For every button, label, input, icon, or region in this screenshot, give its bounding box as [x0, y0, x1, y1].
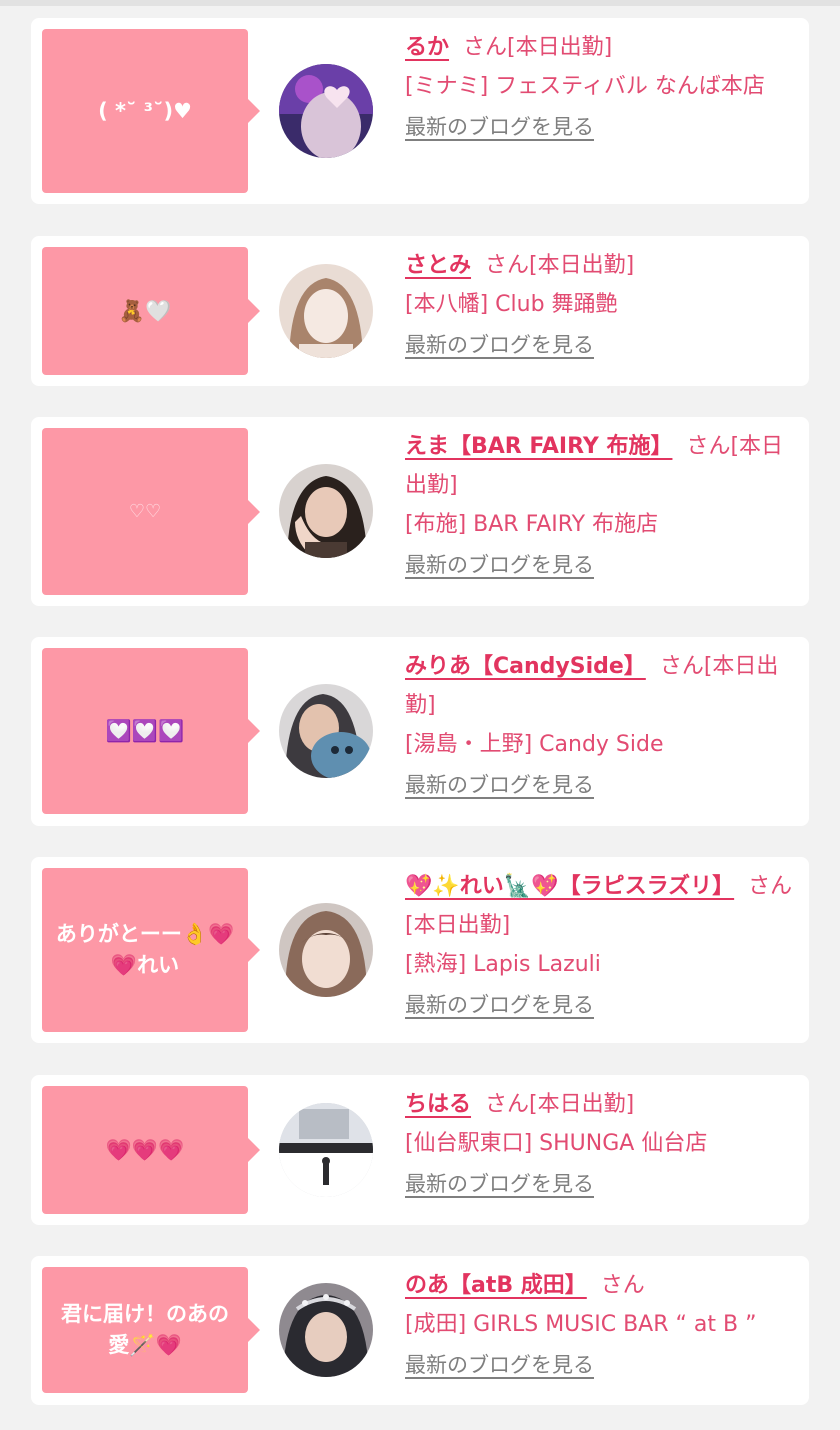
cast-info: えま【BAR FAIRY 布施】 さん[本日出勤] [布施] BAR FAIRY …	[405, 427, 797, 585]
avatar[interactable]	[279, 903, 373, 997]
cast-name-link[interactable]: ちはる	[405, 1092, 471, 1117]
avatar-photo	[279, 1283, 373, 1377]
shop-name: [熱海] Lapis Lazuli	[405, 952, 601, 977]
avatar[interactable]	[279, 264, 373, 358]
cast-card: 💗💗💗 ちはる さん[本日出勤] [仙台駅東口] SHUNGA 仙台店 最新のブロ…	[31, 1075, 809, 1225]
cast-name-link[interactable]: のあ【atB 成田】	[405, 1273, 587, 1298]
message-bubble: ありがとーー👌💗💗れい	[42, 868, 260, 1032]
avatar-photo	[279, 903, 373, 997]
avatar-photo	[279, 684, 373, 778]
cast-card: 君に届け！のあの愛🪄💗 のあ【atB 成田】 さん [成田] GIRLS MUSI…	[31, 1256, 809, 1405]
cast-name-link[interactable]: さとみ	[405, 253, 471, 278]
cast-card: ありがとーー👌💗💗れい 💖✨れい🗽💖【ラピスラズリ】 さん[本日出勤] [熱海] …	[31, 857, 809, 1043]
cast-name-link[interactable]: えま【BAR FAIRY 布施】	[405, 434, 672, 459]
blog-link[interactable]: 最新のブログを見る	[405, 546, 594, 585]
avatar-photo	[279, 64, 373, 158]
message-bubble: 🧸🤍	[42, 247, 260, 375]
avatar[interactable]	[279, 1283, 373, 1377]
avatar-photo	[279, 464, 373, 558]
message-bubble: ♡♡	[42, 428, 260, 595]
cast-info: 💖✨れい🗽💖【ラピスラズリ】 さん[本日出勤] [熱海] Lapis Lazuli…	[405, 867, 797, 1025]
shop-name: [ミナミ] フェスティバル なんば本店	[405, 74, 765, 99]
blog-link[interactable]: 最新のブログを見る	[405, 986, 594, 1025]
avatar-photo	[279, 264, 373, 358]
blog-link[interactable]: 最新のブログを見る	[405, 1346, 594, 1385]
blog-link[interactable]: 最新のブログを見る	[405, 326, 594, 365]
cast-status: さん	[600, 1273, 645, 1298]
shop-name: [本八幡] Club 舞踊艶	[405, 292, 618, 317]
message-bubble: 💟💟💟	[42, 648, 260, 814]
cast-name-link[interactable]: るか	[405, 35, 449, 60]
cast-card: ( *˘ ³˘)♥ るか さん[本日出勤] [ミナミ] フェスティバル なんば本店…	[31, 18, 809, 204]
cast-card: 🧸🤍 さとみ さん[本日出勤] [本八幡] Club 舞踊艶 最新のブログを見る	[31, 236, 809, 386]
cast-info: るか さん[本日出勤] [ミナミ] フェスティバル なんば本店 最新のブログを見る	[405, 28, 797, 147]
cast-info: さとみ さん[本日出勤] [本八幡] Club 舞踊艶 最新のブログを見る	[405, 246, 797, 365]
avatar[interactable]	[279, 684, 373, 778]
avatar[interactable]	[279, 64, 373, 158]
top-divider	[0, 0, 840, 6]
avatar-photo	[279, 1103, 373, 1197]
blog-link[interactable]: 最新のブログを見る	[405, 108, 594, 147]
avatar[interactable]	[279, 464, 373, 558]
message-bubble: 君に届け！のあの愛🪄💗	[42, 1267, 260, 1393]
cast-status: さん[本日出勤]	[485, 253, 635, 278]
cast-info: のあ【atB 成田】 さん [成田] GIRLS MUSIC BAR “ at B…	[405, 1266, 797, 1385]
message-bubble: ( *˘ ³˘)♥	[42, 29, 260, 193]
shop-name: [布施] BAR FAIRY 布施店	[405, 512, 659, 537]
shop-name: [湯島・上野] Candy Side	[405, 732, 664, 757]
cast-status: さん[本日出勤]	[485, 1092, 635, 1117]
avatar[interactable]	[279, 1103, 373, 1197]
shop-name: [成田] GIRLS MUSIC BAR “ at B ”	[405, 1312, 757, 1337]
cast-info: ちはる さん[本日出勤] [仙台駅東口] SHUNGA 仙台店 最新のブログを見る	[405, 1085, 797, 1204]
message-bubble: 💗💗💗	[42, 1086, 260, 1214]
shop-name: [仙台駅東口] SHUNGA 仙台店	[405, 1131, 708, 1156]
blog-link[interactable]: 最新のブログを見る	[405, 1165, 594, 1204]
cast-card: 💟💟💟 みりあ【CandySide】 さん[本日出勤] [湯島・上野] Candy…	[31, 637, 809, 826]
blog-link[interactable]: 最新のブログを見る	[405, 766, 594, 805]
cast-card: ♡♡ えま【BAR FAIRY 布施】 さん[本日出勤] [布施] BAR FAI…	[31, 417, 809, 606]
cast-name-link[interactable]: みりあ【CandySide】	[405, 654, 646, 679]
cast-status: さん[本日出勤]	[463, 35, 613, 60]
cast-name-link[interactable]: 💖✨れい🗽💖【ラピスラズリ】	[405, 874, 734, 899]
cast-info: みりあ【CandySide】 さん[本日出勤] [湯島・上野] Candy Sid…	[405, 647, 797, 805]
